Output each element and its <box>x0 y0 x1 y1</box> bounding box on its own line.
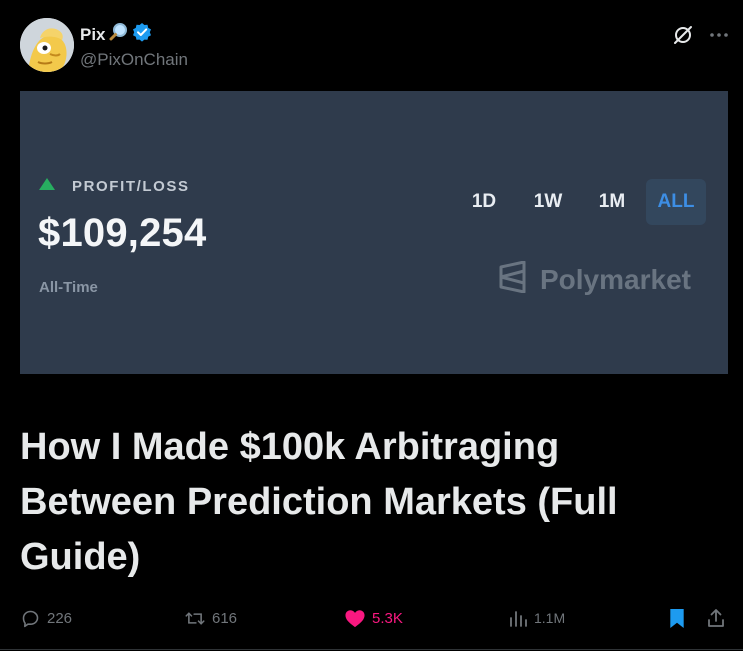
heart-filled-icon <box>345 610 365 628</box>
author-handle[interactable]: @PixOnChain <box>80 50 188 70</box>
post-top-actions <box>672 24 730 46</box>
like-count: 5.3K <box>372 609 403 627</box>
article-title[interactable]: How I Made $100k Arbitraging Between Pre… <box>20 420 725 585</box>
pnl-period: All-Time <box>39 279 98 296</box>
divider <box>0 649 743 650</box>
views-count: 1.1M <box>534 610 566 626</box>
polymarket-brand: Polymarket <box>498 260 691 298</box>
grok-icon[interactable] <box>672 24 694 46</box>
pnl-label-row: PROFIT/LOSS <box>38 177 190 196</box>
like-button[interactable]: 5.3K <box>344 608 403 628</box>
tab-1w[interactable]: 1W <box>518 179 578 225</box>
reply-icon <box>22 610 39 628</box>
pnl-value: $109,254 <box>38 211 207 255</box>
polymarket-name: Polymarket <box>540 263 691 295</box>
tab-all[interactable]: ALL <box>646 179 706 225</box>
views-chart-icon <box>510 611 527 627</box>
pnl-card-image[interactable]: PROFIT/LOSS $109,254 All-Time 1D 1W 1M A… <box>20 91 728 374</box>
repost-count: 616 <box>212 610 238 627</box>
share-icon <box>708 609 724 627</box>
reply-button[interactable]: 226 <box>20 608 72 629</box>
polymarket-logo-icon <box>498 260 528 298</box>
tab-1d[interactable]: 1D <box>454 179 514 225</box>
author-name-row[interactable]: Pix <box>80 22 152 47</box>
share-button[interactable] <box>706 608 726 628</box>
views-button[interactable]: 1.1M <box>508 608 565 628</box>
more-icon[interactable] <box>708 24 730 46</box>
reply-count: 226 <box>47 610 73 627</box>
post-header: Pix @PixOnChain <box>20 18 730 76</box>
magnifying-glass-icon <box>109 22 129 47</box>
avatar[interactable] <box>20 18 74 72</box>
period-tabs: 1D 1W 1M ALL <box>454 179 706 225</box>
repost-icon <box>185 612 205 625</box>
verified-badge-icon <box>132 22 152 47</box>
post-actions-bar: 226 616 5.3K 1.1M <box>20 608 730 634</box>
bookmark-filled-icon <box>670 608 684 629</box>
tab-1m[interactable]: 1M <box>582 179 642 225</box>
repost-button[interactable]: 616 <box>184 608 237 629</box>
bookmark-button[interactable] <box>668 608 686 629</box>
triangle-up-icon <box>38 177 56 196</box>
author-name[interactable]: Pix <box>80 25 106 45</box>
pnl-label: PROFIT/LOSS <box>72 178 190 195</box>
